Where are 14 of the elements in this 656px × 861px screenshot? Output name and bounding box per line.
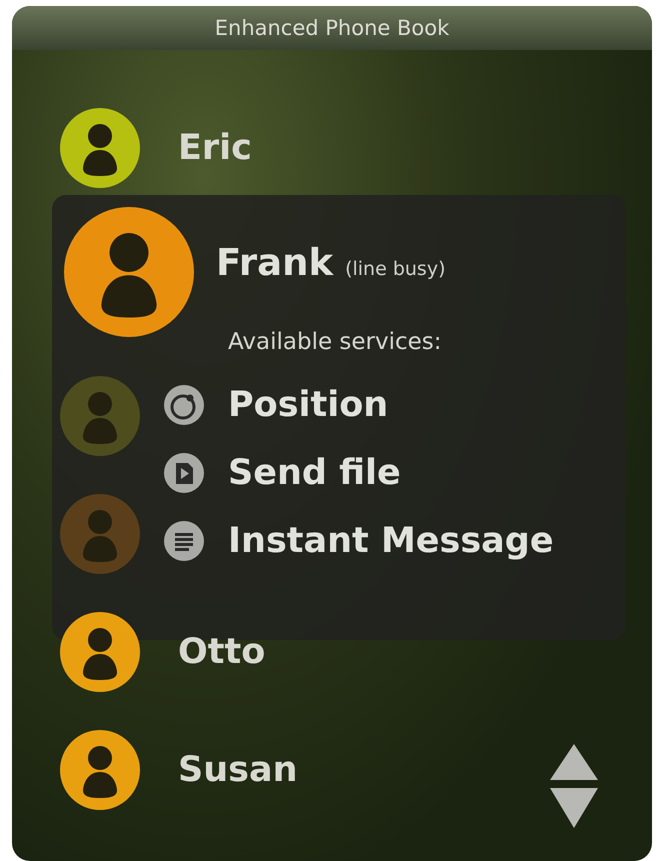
service-link[interactable]: Instant Message [228, 521, 554, 561]
scroll-up-icon[interactable] [550, 744, 598, 780]
services-heading: Available services: [228, 329, 443, 355]
contact-status: (line busy) [345, 258, 446, 280]
contact-name[interactable]: Susan [178, 750, 298, 790]
service-link[interactable]: Send file [228, 453, 401, 493]
contact-name[interactable]: Otto [178, 632, 266, 672]
window-title: Enhanced Phone Book [12, 6, 652, 50]
contact-name: Frank [216, 240, 334, 284]
lines-icon [164, 521, 204, 561]
scroll-down-icon[interactable] [550, 788, 598, 828]
contact-name[interactable]: Eric [178, 128, 252, 168]
service-link[interactable]: Position [228, 385, 388, 425]
file-icon [164, 453, 204, 493]
